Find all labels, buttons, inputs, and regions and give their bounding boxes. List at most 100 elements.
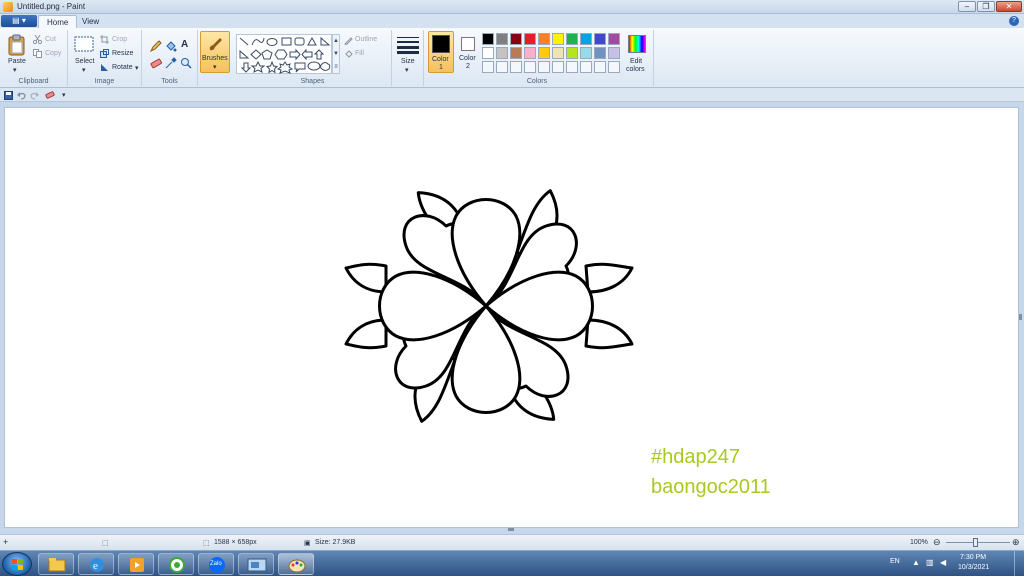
magnifier-icon[interactable] bbox=[180, 57, 192, 69]
save-icon[interactable] bbox=[4, 91, 13, 100]
taskbar-screenshot[interactable] bbox=[238, 553, 274, 575]
color2-button[interactable]: Color 2 bbox=[456, 31, 482, 73]
color-swatch[interactable] bbox=[552, 33, 564, 45]
color1-button[interactable]: Color 1 bbox=[428, 31, 454, 73]
color-swatch[interactable] bbox=[524, 33, 536, 45]
show-hidden-icons-icon[interactable]: ▲ bbox=[912, 558, 920, 567]
color-swatch[interactable] bbox=[552, 47, 564, 59]
undo-icon[interactable] bbox=[17, 91, 26, 100]
pencil-icon[interactable] bbox=[150, 40, 162, 52]
title-bar: Untitled.png - Paint – ❐ ✕ bbox=[0, 0, 1024, 14]
fill-button[interactable]: Fill bbox=[355, 50, 364, 57]
custom-color-slot[interactable] bbox=[608, 61, 620, 73]
custom-color-slot[interactable] bbox=[496, 61, 508, 73]
paint-app-icon[interactable] bbox=[3, 2, 13, 12]
color-swatch[interactable] bbox=[496, 33, 508, 45]
color-swatch[interactable] bbox=[566, 47, 578, 59]
color-swatch[interactable] bbox=[580, 33, 592, 45]
color-swatch[interactable] bbox=[580, 47, 592, 59]
custom-color-slot[interactable] bbox=[510, 61, 522, 73]
color2-label-a: Color bbox=[459, 55, 476, 62]
minimize-button[interactable]: – bbox=[958, 1, 976, 12]
copy-button[interactable]: Copy bbox=[45, 50, 61, 57]
drawing-canvas[interactable]: #hdap247 baongoc2011 bbox=[4, 107, 1019, 528]
outline-button[interactable]: Outline bbox=[355, 36, 377, 43]
line-size-icon[interactable] bbox=[397, 36, 419, 54]
size-button[interactable]: Size bbox=[401, 58, 415, 65]
select-dropdown-icon[interactable]: ▾ bbox=[82, 66, 86, 74]
tab-home[interactable]: Home bbox=[38, 15, 78, 28]
color-swatch[interactable] bbox=[538, 47, 550, 59]
custom-color-slot[interactable] bbox=[538, 61, 550, 73]
close-button[interactable]: ✕ bbox=[996, 1, 1022, 12]
custom-color-slot[interactable] bbox=[594, 61, 606, 73]
brushes-button[interactable]: Brushes ▾ bbox=[200, 31, 230, 73]
edit-colors-label-a[interactable]: Edit bbox=[630, 58, 642, 65]
size-dropdown-icon[interactable]: ▾ bbox=[405, 66, 409, 74]
shapes-gallery[interactable] bbox=[236, 34, 332, 74]
language-indicator[interactable]: EN bbox=[890, 558, 900, 565]
eraser-icon[interactable] bbox=[150, 57, 162, 69]
paint-menu-button[interactable]: ▤ ▾ bbox=[1, 15, 37, 27]
color-swatch[interactable] bbox=[608, 33, 620, 45]
volume-icon[interactable]: ◀ bbox=[940, 558, 946, 567]
custom-color-slot[interactable] bbox=[524, 61, 536, 73]
redo-icon[interactable] bbox=[30, 91, 39, 100]
network-icon[interactable]: ▥ bbox=[926, 558, 934, 567]
color-swatch[interactable] bbox=[566, 33, 578, 45]
color-swatch[interactable] bbox=[594, 47, 606, 59]
tab-view[interactable]: View bbox=[74, 15, 107, 28]
rotate-dropdown-icon[interactable]: ▾ bbox=[135, 64, 139, 72]
custom-color-slot[interactable] bbox=[482, 61, 494, 73]
qat-customize-icon[interactable]: ▾ bbox=[62, 91, 66, 99]
custom-color-slot[interactable] bbox=[566, 61, 578, 73]
color-picker-icon[interactable] bbox=[165, 57, 177, 69]
rotate-button[interactable]: Rotate bbox=[112, 64, 133, 71]
taskbar-media-player[interactable] bbox=[118, 553, 154, 575]
edit-colors-label-b[interactable]: colors bbox=[626, 66, 645, 73]
maximize-button[interactable]: ❐ bbox=[977, 1, 995, 12]
color-swatch[interactable] bbox=[594, 33, 606, 45]
canvas-resize-handle-right[interactable] bbox=[1019, 314, 1022, 320]
color-swatch[interactable] bbox=[524, 47, 536, 59]
qat-eraser-icon[interactable] bbox=[45, 91, 55, 100]
shapes-scroll[interactable]: ▲ ▼ ≡ bbox=[332, 34, 340, 74]
zoom-slider-thumb[interactable] bbox=[973, 538, 978, 547]
select-button[interactable]: Select bbox=[75, 58, 94, 65]
clock-time[interactable]: 7:30 PM bbox=[960, 554, 986, 561]
taskbar-paint[interactable] bbox=[278, 553, 314, 575]
image-group: Select ▾ Crop Resize Rotate ▾ Image bbox=[68, 30, 142, 86]
taskbar-file-explorer[interactable] bbox=[38, 553, 74, 575]
color-swatch[interactable] bbox=[482, 33, 494, 45]
text-tool-icon[interactable]: A bbox=[181, 39, 188, 50]
taskbar-coccoc-browser[interactable] bbox=[158, 553, 194, 575]
canvas-resize-handle-bottom[interactable] bbox=[508, 528, 514, 531]
edit-colors-icon[interactable] bbox=[628, 35, 646, 53]
clock-date[interactable]: 10/3/2021 bbox=[958, 564, 989, 571]
select-icon[interactable] bbox=[74, 36, 94, 52]
color-swatch[interactable] bbox=[510, 33, 522, 45]
show-desktop-button[interactable] bbox=[1014, 551, 1024, 576]
help-icon[interactable]: ? bbox=[1009, 16, 1019, 26]
start-button[interactable] bbox=[2, 552, 32, 576]
color-swatch[interactable] bbox=[496, 47, 508, 59]
custom-color-slot[interactable] bbox=[580, 61, 592, 73]
file-explorer-icon bbox=[48, 558, 66, 572]
color-swatch[interactable] bbox=[538, 33, 550, 45]
zoom-out-button[interactable]: ⊖ bbox=[933, 537, 941, 548]
taskbar-zalo[interactable]: Zalo bbox=[198, 553, 234, 575]
resize-button[interactable]: Resize bbox=[112, 50, 133, 57]
crop-button[interactable]: Crop bbox=[112, 36, 127, 43]
zoom-slider-track[interactable] bbox=[946, 542, 1010, 543]
fill-bucket-icon[interactable] bbox=[165, 40, 177, 52]
paste-dropdown-icon[interactable]: ▾ bbox=[13, 66, 17, 74]
color-swatch[interactable] bbox=[482, 47, 494, 59]
paste-icon[interactable] bbox=[7, 34, 27, 56]
zoom-in-button[interactable]: ⊕ bbox=[1012, 537, 1020, 548]
color-swatch[interactable] bbox=[608, 47, 620, 59]
color-swatch[interactable] bbox=[510, 47, 522, 59]
cut-button[interactable]: Cut bbox=[45, 36, 56, 43]
taskbar-internet-explorer[interactable]: e bbox=[78, 553, 114, 575]
custom-color-slot[interactable] bbox=[552, 61, 564, 73]
paste-button[interactable]: Paste bbox=[8, 58, 26, 65]
